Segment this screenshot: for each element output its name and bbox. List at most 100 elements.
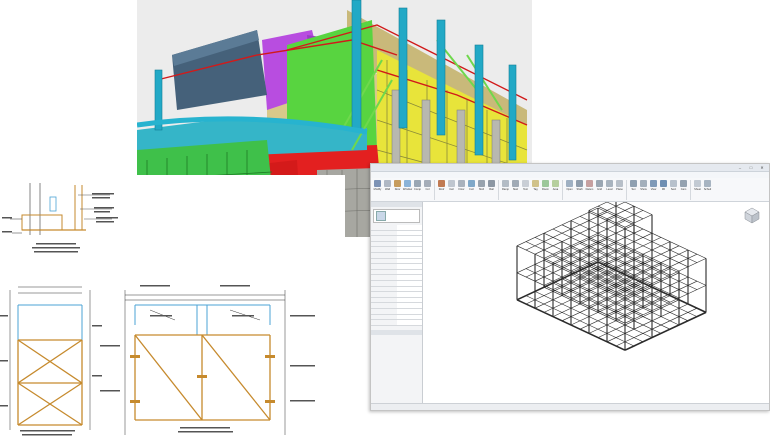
property-value[interactable] bbox=[397, 258, 422, 264]
property-value[interactable] bbox=[397, 264, 422, 269]
property-value[interactable] bbox=[397, 320, 422, 325]
tool-text-button[interactable]: Text bbox=[521, 180, 530, 196]
section-drawing bbox=[100, 285, 315, 435]
stair-icon bbox=[512, 180, 519, 187]
property-key bbox=[371, 236, 397, 241]
tool-label: Door bbox=[394, 188, 401, 191]
tool-room-button[interactable]: Room bbox=[541, 180, 550, 196]
tool-label: Set bbox=[631, 188, 636, 191]
tool-roof-button[interactable]: Roof bbox=[437, 180, 446, 196]
property-key bbox=[371, 287, 397, 292]
property-value[interactable] bbox=[397, 303, 422, 308]
tool-curtain-button[interactable]: Curt bbox=[467, 180, 476, 196]
property-value[interactable] bbox=[397, 241, 422, 247]
door-icon bbox=[394, 180, 401, 187]
tool-modify-button[interactable]: Modify bbox=[373, 180, 382, 196]
tool-mullion-button[interactable]: Mull bbox=[477, 180, 486, 196]
viewcube-icon[interactable] bbox=[743, 206, 761, 224]
property-value[interactable] bbox=[397, 286, 422, 292]
window-icon bbox=[404, 180, 411, 187]
tool-viewer-button[interactable]: View bbox=[649, 180, 658, 196]
minimize-button[interactable]: – bbox=[736, 165, 744, 170]
viewer-icon bbox=[650, 180, 657, 187]
ref-plane-icon bbox=[616, 180, 623, 187]
tool-camera-button[interactable]: Cam bbox=[679, 180, 688, 196]
property-value[interactable] bbox=[397, 297, 422, 303]
tool-level-button[interactable]: Level bbox=[605, 180, 614, 196]
close-button[interactable]: ✕ bbox=[758, 165, 766, 170]
tool-label: Stair bbox=[512, 188, 519, 191]
property-value[interactable] bbox=[397, 236, 422, 241]
tool-area-button[interactable]: Area bbox=[551, 180, 560, 196]
tool-label: 3D bbox=[661, 188, 666, 191]
revit-window: – □ ✕ Modify Wall Door Window Comp Col Roof Cei… bbox=[370, 163, 770, 411]
tool-tag-button[interactable]: Tag bbox=[531, 180, 540, 196]
tool-schedule-button[interactable]: Sched bbox=[703, 180, 712, 196]
tool-component-button[interactable]: Comp bbox=[413, 180, 422, 196]
property-value[interactable] bbox=[397, 230, 422, 236]
tool-wall-button[interactable]: Wall bbox=[383, 180, 392, 196]
property-value[interactable] bbox=[397, 308, 422, 314]
level-icon bbox=[606, 180, 613, 187]
tool-railing-button[interactable]: Rail bbox=[487, 180, 496, 196]
project-browser-header bbox=[371, 329, 422, 335]
3d-viewport[interactable] bbox=[423, 197, 769, 404]
type-selector[interactable] bbox=[373, 209, 420, 223]
schedule-icon bbox=[704, 180, 711, 187]
property-key bbox=[371, 270, 397, 275]
shop-drawings bbox=[0, 175, 345, 444]
tool-door-button[interactable]: Door bbox=[393, 180, 402, 196]
property-key bbox=[371, 231, 397, 236]
property-value[interactable] bbox=[397, 314, 422, 320]
tool-label: Cam bbox=[680, 188, 687, 191]
property-value[interactable] bbox=[397, 225, 422, 230]
tool-ref-plane-button[interactable]: Plane bbox=[615, 180, 624, 196]
properties-palette bbox=[371, 202, 423, 404]
status-bar bbox=[371, 403, 769, 410]
tool-ramp-button[interactable]: Ramp bbox=[501, 180, 510, 196]
tool-window-button[interactable]: Window bbox=[403, 180, 412, 196]
property-value[interactable] bbox=[397, 247, 422, 252]
tool-label: Room bbox=[542, 188, 549, 191]
tool-label: Mull bbox=[479, 188, 484, 191]
property-row[interactable] bbox=[371, 320, 422, 326]
tool-stair-button[interactable]: Stair bbox=[511, 180, 520, 196]
tool-label: Sect bbox=[670, 188, 677, 191]
tool-label: Rail bbox=[489, 188, 494, 191]
property-key bbox=[371, 264, 397, 269]
property-key bbox=[371, 298, 397, 303]
tool-show-button[interactable]: Show bbox=[639, 180, 648, 196]
modify-icon bbox=[374, 180, 381, 187]
curtain-icon bbox=[468, 180, 475, 187]
property-key bbox=[371, 247, 397, 252]
tool-label: Level bbox=[606, 188, 613, 191]
tool-datum-button[interactable]: Datum bbox=[585, 180, 594, 196]
tool-ceiling-button[interactable]: Ceil bbox=[447, 180, 456, 196]
camera-icon bbox=[680, 180, 687, 187]
tool-floor-button[interactable]: Floor bbox=[457, 180, 466, 196]
tool-label: Ramp bbox=[502, 188, 509, 191]
set-icon bbox=[630, 180, 637, 187]
property-value[interactable] bbox=[397, 292, 422, 297]
tool-column-button[interactable]: Col bbox=[423, 180, 432, 196]
tool-label: Grid bbox=[597, 188, 602, 191]
tool-section-button[interactable]: Sect bbox=[669, 180, 678, 196]
window-controls: – □ ✕ bbox=[736, 165, 766, 170]
tool-label: View bbox=[650, 188, 657, 191]
shaft-icon bbox=[576, 180, 583, 187]
tool-shaft-button[interactable]: Shaft bbox=[575, 180, 584, 196]
maximize-button[interactable]: □ bbox=[747, 165, 755, 170]
tool-label: Modify bbox=[373, 188, 382, 191]
tool-sheet-button[interactable]: Sheet bbox=[693, 180, 702, 196]
property-value[interactable] bbox=[397, 275, 422, 280]
tool-set-button[interactable]: Set bbox=[629, 180, 638, 196]
tool-3d-button[interactable]: 3D bbox=[659, 180, 668, 196]
property-value[interactable] bbox=[397, 269, 422, 275]
tool-label: Col bbox=[425, 188, 430, 191]
tool-label: Area bbox=[552, 188, 559, 191]
title-bar: – □ ✕ bbox=[371, 164, 769, 172]
tool-opening-button[interactable]: Open bbox=[565, 180, 574, 196]
property-value[interactable] bbox=[397, 280, 422, 286]
property-value[interactable] bbox=[397, 252, 422, 258]
tool-grid-button[interactable]: Grid bbox=[595, 180, 604, 196]
